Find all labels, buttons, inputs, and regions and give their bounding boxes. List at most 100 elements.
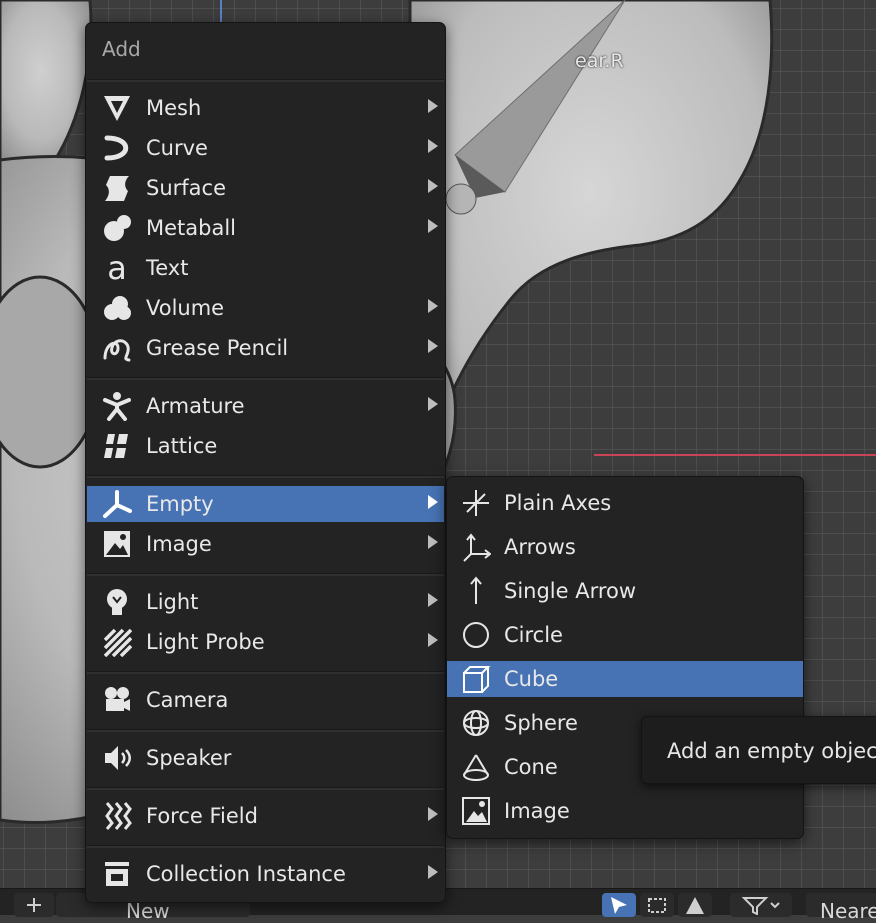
- submenu-arrow-icon: [428, 633, 438, 647]
- snap-dropdown[interactable]: Neare: [806, 893, 876, 923]
- menu-item-grease-pencil[interactable]: Grease Pencil: [87, 330, 444, 366]
- menu-item-force-field[interactable]: Force Field: [87, 798, 444, 834]
- box-select-icon: [648, 898, 666, 913]
- bone-joint: [445, 183, 477, 215]
- menu-item-label: Circle: [504, 623, 563, 647]
- menu-item-light[interactable]: Light: [87, 584, 444, 620]
- menu-item-label: Sphere: [504, 711, 578, 735]
- single-arrow-icon: [460, 575, 492, 607]
- plus-icon: [27, 898, 41, 912]
- menu-item-label: Cube: [504, 667, 559, 691]
- menu-item-label: Speaker: [146, 746, 232, 770]
- menu-item-label: Armature: [146, 394, 245, 418]
- add-menu: Add Mesh Curve Surface Metaball a Text V…: [85, 22, 446, 903]
- menu-item-camera[interactable]: Camera: [87, 682, 444, 718]
- menu-item-label: Image: [146, 532, 212, 556]
- filter-icon: [741, 897, 780, 915]
- menu-item-collection-instance[interactable]: Collection Instance: [87, 856, 444, 892]
- lattice-icon: [101, 430, 133, 462]
- menu-item-label: Single Arrow: [504, 579, 637, 603]
- submenu-arrow-icon: [428, 339, 438, 353]
- menu-separator: [87, 729, 444, 732]
- menu-item-label: Light Probe: [146, 630, 265, 654]
- menu-item-image[interactable]: Image: [87, 526, 444, 562]
- cube-icon: [460, 663, 492, 695]
- menu-separator: [87, 671, 444, 674]
- menu-item-label: Arrows: [504, 535, 576, 559]
- force-field-icon: [101, 800, 133, 832]
- menu-item-text[interactable]: a Text: [87, 250, 444, 286]
- add-menu-title: Add: [102, 37, 141, 61]
- menu-item-label: Camera: [146, 688, 229, 712]
- menu-item-label: Image: [504, 799, 570, 823]
- mesh-icon: [101, 92, 133, 124]
- menu-item-label: Volume: [146, 296, 225, 320]
- tooltip-text: Add an empty objec: [667, 739, 876, 763]
- menu-separator: [87, 475, 444, 478]
- warning-button[interactable]: [678, 893, 712, 917]
- light-probe-icon: [101, 626, 133, 658]
- menu-item-armature[interactable]: Armature: [87, 388, 444, 424]
- menu-item-label: Light: [146, 590, 199, 614]
- menu-item-label: Text: [146, 256, 189, 280]
- submenu-arrow-icon: [428, 397, 438, 411]
- empty-icon: [101, 488, 133, 520]
- submenu-arrow-icon: [428, 99, 438, 113]
- submenu-item-arrows[interactable]: Arrows: [447, 529, 803, 565]
- menu-separator: [87, 787, 444, 790]
- circle-icon: [460, 619, 492, 651]
- tooltip: Add an empty objec: [641, 716, 876, 784]
- submenu-arrow-icon: [428, 535, 438, 549]
- menu-item-label: Grease Pencil: [146, 336, 289, 360]
- submenu-arrow-icon: [428, 139, 438, 153]
- grease-pencil-icon: [101, 332, 133, 364]
- submenu-item-plain-axes[interactable]: Plain Axes: [447, 485, 803, 521]
- left-ear-mesh: [0, 0, 93, 162]
- menu-item-label: Mesh: [146, 96, 202, 120]
- submenu-arrow-icon: [428, 179, 438, 193]
- light-icon: [101, 586, 133, 618]
- menu-item-metaball[interactable]: Metaball: [87, 210, 444, 246]
- menu-item-speaker[interactable]: Speaker: [87, 740, 444, 776]
- plain-axes-icon: [460, 487, 492, 519]
- menu-item-label: Cone: [504, 755, 558, 779]
- menu-item-volume[interactable]: Volume: [87, 290, 444, 326]
- arrows-icon: [460, 531, 492, 563]
- box-select-button[interactable]: [640, 893, 674, 917]
- volume-icon: [101, 292, 133, 324]
- snap-dropdown-label: Neare: [820, 899, 876, 923]
- submenu-arrow-icon: [428, 593, 438, 607]
- menu-item-empty[interactable]: Empty: [87, 486, 444, 522]
- warning-icon: [686, 897, 704, 914]
- cursor-arrow-icon: [611, 897, 627, 914]
- menu-item-lattice[interactable]: Lattice: [87, 428, 444, 464]
- submenu-item-image[interactable]: Image: [447, 793, 803, 829]
- select-tool-button[interactable]: [602, 893, 636, 917]
- armature-icon: [101, 390, 133, 422]
- menu-separator: [87, 845, 444, 848]
- text-icon: a: [101, 252, 133, 284]
- menu-item-label: Lattice: [146, 434, 218, 458]
- collection-instance-icon: [101, 858, 133, 890]
- camera-icon: [101, 684, 133, 716]
- menu-item-curve[interactable]: Curve: [87, 130, 444, 166]
- image-empty-icon: [460, 795, 492, 827]
- menu-item-label: Surface: [146, 176, 227, 200]
- surface-icon: [101, 172, 133, 204]
- submenu-item-single-arrow[interactable]: Single Arrow: [447, 573, 803, 609]
- submenu-arrow-icon: [428, 495, 438, 509]
- menu-item-surface[interactable]: Surface: [87, 170, 444, 206]
- submenu-item-cube[interactable]: Cube: [447, 661, 803, 697]
- ear-r-mesh: [408, 0, 774, 482]
- speaker-icon: [101, 742, 133, 774]
- menu-separator: [87, 79, 444, 82]
- object-label-ear-r: ear.R: [575, 50, 624, 72]
- menu-item-label: Plain Axes: [504, 491, 612, 515]
- metaball-icon: [101, 212, 133, 244]
- submenu-item-circle[interactable]: Circle: [447, 617, 803, 653]
- empty-submenu: Plain Axes Arrows Single Arrow Circle Cu…: [446, 476, 804, 839]
- menu-item-mesh[interactable]: Mesh: [87, 90, 444, 126]
- add-slot-button[interactable]: [14, 893, 54, 917]
- menu-item-light-probe[interactable]: Light Probe: [87, 624, 444, 660]
- filter-button[interactable]: [730, 893, 792, 917]
